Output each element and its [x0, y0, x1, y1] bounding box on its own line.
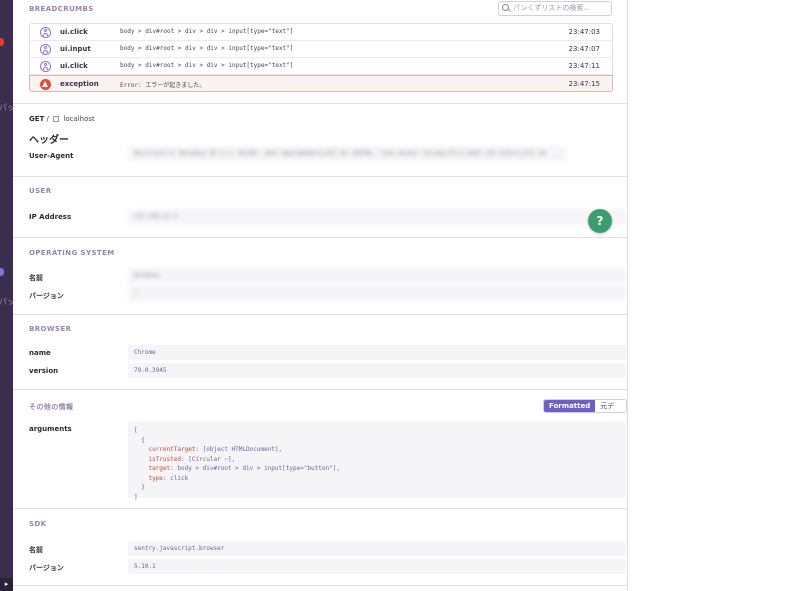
sdk-version-value: 5.10.1 — [128, 559, 626, 574]
breadcrumbs-section: BREADCRUMBS パンくずリストの検索... ui.click body … — [13, 0, 627, 104]
user-icon — [40, 44, 51, 55]
raw-data-button[interactable]: 元データ — [595, 400, 626, 412]
divider — [13, 585, 627, 586]
browser-version-value: 79.0.3945 — [128, 363, 626, 378]
divider — [13, 314, 627, 315]
ip-address-value: 223.108.23.4 — [128, 209, 626, 224]
os-version-value: 7 — [128, 286, 626, 301]
user-title: USER — [29, 187, 52, 195]
user-icon — [40, 27, 51, 38]
code-line: [ — [134, 427, 138, 434]
sidebar-collapse-icon[interactable]: ▸ — [0, 578, 13, 591]
breadcrumb-time: 23:47:07 — [568, 45, 600, 53]
code-line: currentTarget: [object HTMLDocument], — [148, 446, 283, 453]
request-method: GET — [29, 115, 45, 123]
breadcrumb-time: 23:47:03 — [568, 28, 600, 36]
code-line: type: click — [148, 474, 189, 482]
breadcrumb-category: exception — [60, 80, 99, 88]
external-link-icon[interactable] — [53, 116, 60, 122]
breadcrumb-time: 23:47:15 — [568, 80, 600, 88]
os-version-key: バージョン — [29, 292, 64, 300]
event-detail-panel: BREADCRUMBS パンくずリストの検索... ui.click body … — [13, 0, 628, 591]
breadcrumb-row[interactable]: ui.input body > div#root > div > div > i… — [30, 41, 612, 58]
os-name-key: 名前 — [29, 274, 43, 282]
request-host[interactable]: localhost — [63, 115, 94, 123]
search-placeholder: パンくずリストの検索... — [513, 4, 591, 12]
divider — [13, 508, 627, 509]
breadcrumb-row[interactable]: ui.click body > div#root > div > div > i… — [30, 58, 612, 75]
breadcrumb-time: 23:47:11 — [568, 62, 600, 70]
arguments-code-block: [ { currentTarget: [object HTMLDocument]… — [128, 421, 626, 501]
sdk-title: SDK — [29, 520, 47, 528]
divider — [13, 176, 627, 177]
browser-name-key: name — [29, 349, 51, 357]
format-toggle: Formatted 元データ — [543, 399, 627, 413]
code-line: isTrusted: [Circular ~], — [148, 455, 236, 463]
divider — [13, 237, 627, 238]
browser-name-value: Chrome — [128, 345, 626, 360]
breadcrumbs-title: BREADCRUMBS — [29, 5, 94, 13]
user-agent-value: Mozilla/5.0 (Windows NT 6.1; Win64; x64)… — [128, 146, 566, 161]
breadcrumb-message: body > div#root > div > div > input[type… — [120, 28, 294, 35]
warning-icon — [40, 79, 51, 90]
sdk-version-key: バージョン — [29, 564, 64, 572]
search-icon — [502, 4, 509, 11]
headers-title: ヘッダー — [29, 135, 69, 146]
code-line: ] — [134, 493, 138, 501]
breadcrumb-row[interactable]: ui.click body > div#root > div > div > i… — [30, 24, 612, 41]
breadcrumbs-search-input[interactable]: パンくずリストの検索... — [498, 1, 612, 16]
user-icon — [40, 61, 51, 72]
breadcrumb-category: ui.click — [60, 28, 88, 36]
breadcrumbs-list: ui.click body > div#root > div > div > i… — [29, 23, 613, 92]
os-name-value: Windows — [128, 268, 626, 283]
sidebar-indicator — [0, 268, 4, 276]
help-button[interactable]: ? — [588, 209, 612, 233]
user-agent-key: User-Agent — [29, 152, 74, 160]
app-sidebar: パッ パッ ▸ — [0, 0, 15, 591]
code-line: } — [134, 484, 145, 491]
breadcrumb-row-exception[interactable]: exception Error: エラーが起きました。 23:47:15 — [29, 75, 613, 92]
request-separator: / — [46, 115, 49, 123]
sdk-name-key: 名前 — [29, 546, 43, 554]
browser-title: BROWSER — [29, 325, 72, 333]
sidebar-indicator — [0, 38, 4, 46]
breadcrumb-message: body > div#root > div > div > input[type… — [120, 45, 294, 52]
code-line: target: body > div#root > div > input[ty… — [148, 465, 340, 472]
code-line: { — [134, 436, 145, 444]
ip-address-key: IP Address — [29, 213, 72, 221]
breadcrumb-category: ui.input — [60, 45, 91, 53]
request-url: GET / localhost — [29, 115, 95, 123]
breadcrumb-message: body > div#root > div > div > input[type… — [120, 62, 294, 69]
browser-version-key: version — [29, 367, 59, 375]
arguments-key: arguments — [29, 425, 72, 433]
breadcrumb-category: ui.click — [60, 62, 88, 70]
sdk-name-value: sentry.javascript.browser — [128, 541, 626, 556]
os-title: OPERATING SYSTEM — [29, 249, 115, 257]
formatted-button[interactable]: Formatted — [544, 400, 596, 412]
breadcrumb-message: Error: エラーが起きました。 — [120, 82, 206, 89]
divider — [13, 389, 627, 390]
extra-title: その他の情報 — [29, 403, 74, 411]
